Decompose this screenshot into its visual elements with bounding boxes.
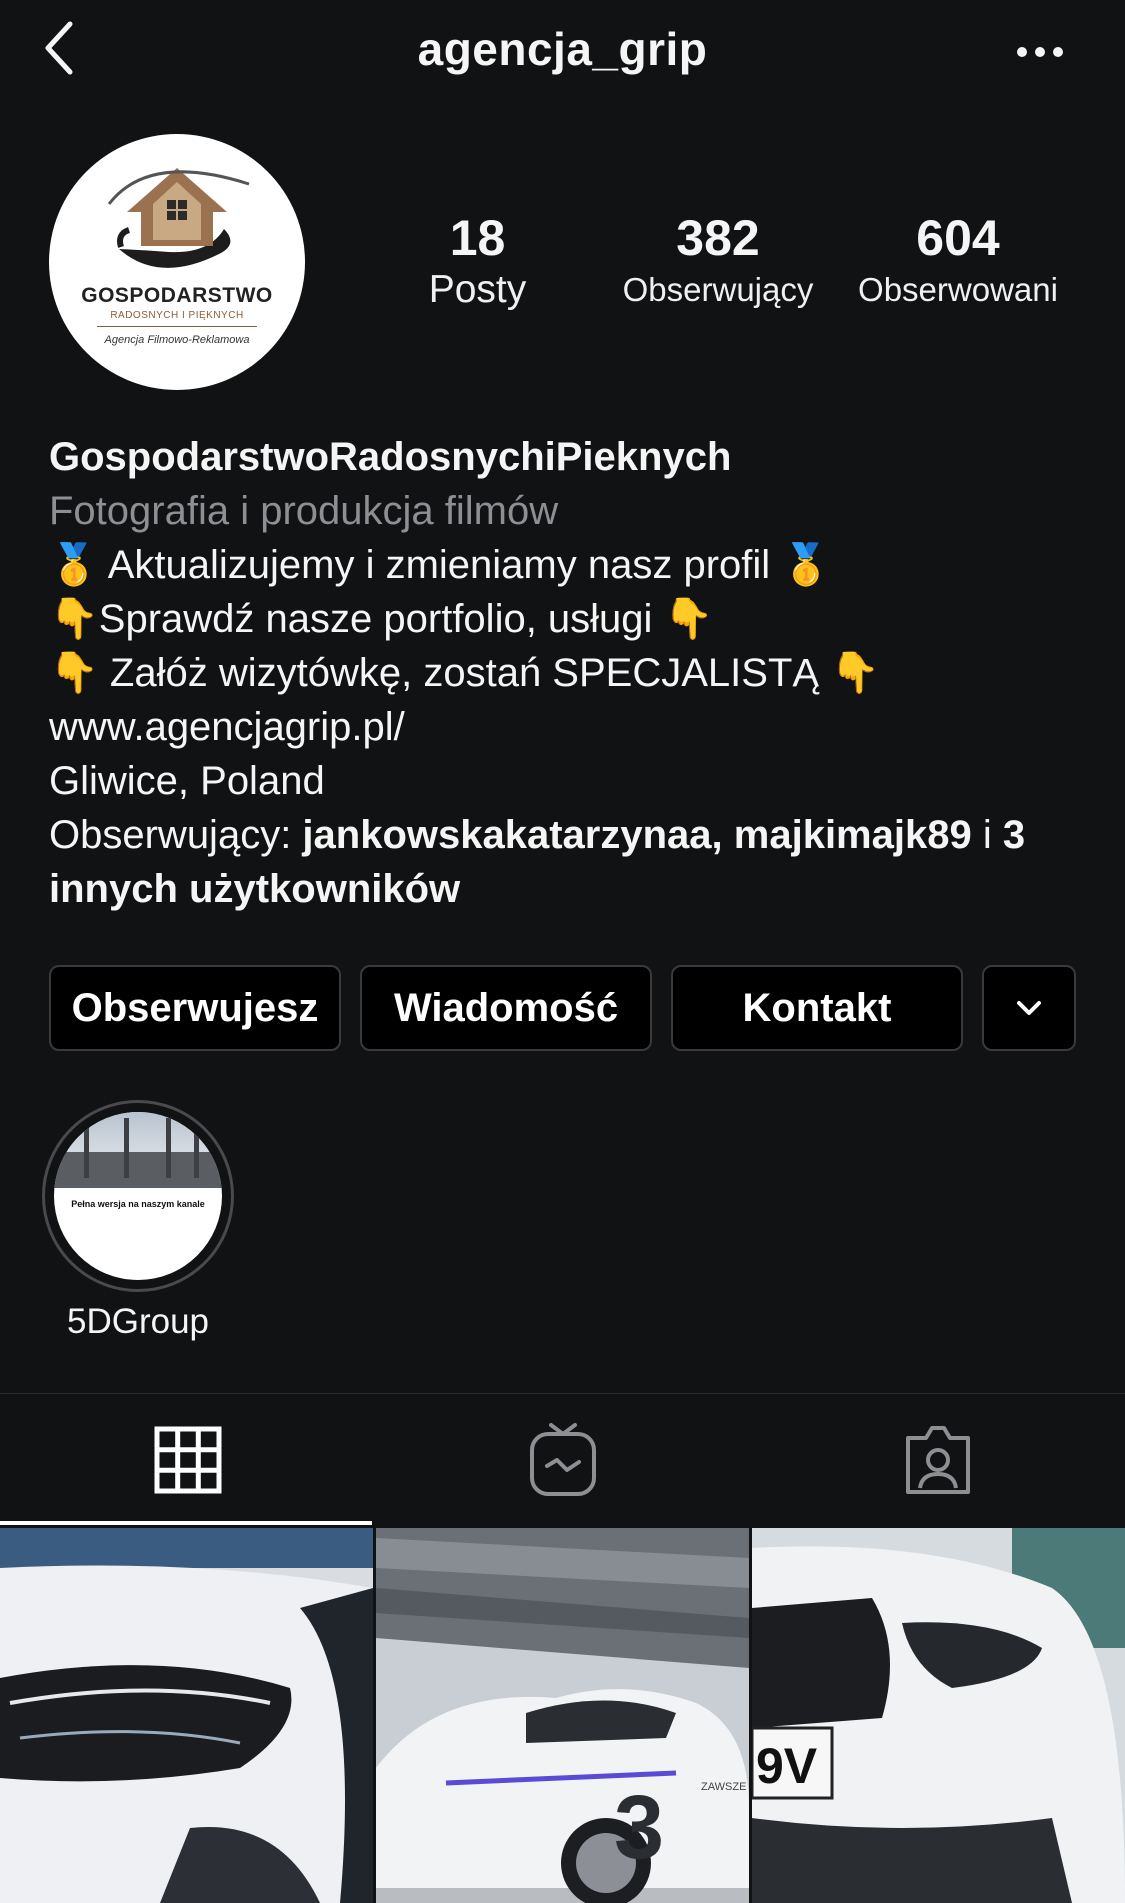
profile-display-name: GospodarstwoRadosnychiPieknych <box>49 435 732 479</box>
following-count-label: Obserwowani <box>858 271 1058 308</box>
logo-divider <box>97 326 257 327</box>
followers-count[interactable]: 382 Obserwujący <box>606 208 830 312</box>
highlight-cover-pillar <box>194 1118 199 1178</box>
posts-grid: 3 ZAWSZE NA 9V <box>0 1528 1125 1903</box>
more-options-button[interactable] <box>1015 40 1065 64</box>
post-thumbnail[interactable] <box>0 1528 373 1903</box>
website-link[interactable]: www.agencjagrip.pl/ <box>49 700 1089 754</box>
followed-by-prefix: Obserwujący: <box>49 813 303 857</box>
profile-tabs <box>0 1393 1125 1525</box>
posts-count-label: Posty <box>428 268 527 311</box>
car-headlight-photo <box>0 1528 373 1903</box>
active-tab-indicator <box>0 1521 372 1525</box>
followed-by-users[interactable]: jankowskakatarzynaa, majkimajk89 <box>302 813 971 857</box>
tab-igtv[interactable] <box>375 1394 750 1526</box>
more-horizontal-icon <box>1017 47 1063 57</box>
car-side-photo: 3 ZAWSZE NA <box>376 1528 749 1903</box>
posts-count-value: 18 <box>449 210 506 266</box>
bio-line: 👇 Załóż wizytówkę, zostań SPECJALISTĄ 👇 <box>49 651 880 695</box>
highlight-cover-pillar <box>166 1118 171 1178</box>
suggested-accounts-button[interactable] <box>982 965 1076 1051</box>
highlight-cover: Pełna wersja na naszym kanale <box>54 1112 222 1280</box>
message-button[interactable]: Wiadomość <box>360 965 652 1051</box>
bio-line: 🥇 Aktualizujemy i zmieniamy nasz profil … <box>49 543 832 587</box>
logo-subtitle: RADOSNYCH I PIĘKNYCH <box>110 310 244 321</box>
posts-count[interactable]: 18 Posty <box>400 208 555 312</box>
wrap-text: ZAWSZE NA <box>701 1781 749 1793</box>
post-thumbnail[interactable]: 3 ZAWSZE NA <box>376 1528 749 1903</box>
chevron-down-icon <box>1017 1001 1041 1015</box>
tagged-icon <box>905 1426 970 1494</box>
wrap-number: 3 <box>614 1778 664 1878</box>
highlight-cover-pillar <box>84 1118 89 1178</box>
followers-count-value: 382 <box>676 210 760 266</box>
contact-button[interactable]: Kontakt <box>671 965 963 1051</box>
profile-bio: GospodarstwoRadosnychiPieknych Fotografi… <box>49 430 1089 916</box>
bio-line: 👇Sprawdź nasze portfolio, usługi 👇 <box>49 597 714 641</box>
logo-title: GOSPODARSTWO <box>81 284 273 307</box>
house-logo-icon <box>107 168 250 268</box>
tab-tagged[interactable] <box>750 1394 1125 1526</box>
highlight-cover-text: Pełna wersja na naszym kanale <box>71 1199 205 1209</box>
igtv-icon <box>529 1423 596 1496</box>
followers-count-label: Obserwujący <box>622 271 814 308</box>
top-bar: agencja_grip <box>0 0 1125 110</box>
logo-tagline: Agencja Filmowo-Reklamowa <box>104 334 250 346</box>
highlight-cover-pillar <box>124 1118 129 1178</box>
highlight-label: 5DGroup <box>66 1302 210 1341</box>
post-thumbnail[interactable]: 9V <box>752 1528 1125 1903</box>
followed-by[interactable]: Obserwujący: jankowskakatarzynaa, majkim… <box>49 808 1089 916</box>
story-highlight[interactable]: Pełna wersja na naszym kanale <box>42 1100 234 1292</box>
grid-icon <box>154 1426 221 1494</box>
profile-username: agencja_grip <box>417 23 708 75</box>
license-plate: 9V <box>756 1738 818 1794</box>
car-front-photo: 9V <box>752 1528 1125 1903</box>
following-count-value: 604 <box>916 210 1000 266</box>
profile-location: Gliwice, Poland <box>49 759 325 803</box>
tab-posts-grid[interactable] <box>0 1394 375 1526</box>
profile-category: Fotografia i produkcja filmów <box>49 489 559 533</box>
followed-by-joiner: i <box>971 813 1003 857</box>
following-count[interactable]: 604 Obserwowani <box>845 208 1071 312</box>
following-button[interactable]: Obserwujesz <box>49 965 341 1051</box>
profile-avatar[interactable]: GOSPODARSTWO RADOSNYCH I PIĘKNYCH Agencj… <box>49 134 305 390</box>
